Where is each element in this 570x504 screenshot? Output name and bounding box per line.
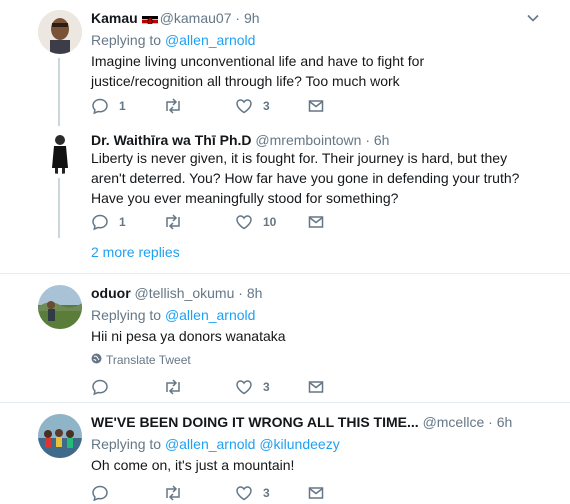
handle[interactable]: @kamau07 (160, 10, 232, 26)
like-count: 3 (263, 380, 270, 394)
separator-dot: · (365, 132, 370, 148)
message-button[interactable] (307, 212, 325, 232)
retweet-button[interactable] (163, 96, 193, 116)
reply-count: 1 (119, 215, 126, 229)
message-icon (307, 378, 325, 396)
reply-icon (91, 378, 109, 396)
like-count: 3 (263, 99, 270, 113)
handle[interactable]: @mrembointown (255, 132, 361, 148)
like-icon (235, 378, 253, 396)
reply-count: 1 (119, 99, 126, 113)
display-name[interactable]: Dr. Waithīra wa Thī Ph.D (91, 132, 252, 148)
mention-link[interactable]: @kilundeezy (259, 436, 339, 452)
tweet[interactable]: oduor @tellish_okumu · 8h Replying to @a… (0, 274, 570, 404)
avatar[interactable] (38, 10, 82, 54)
translate-tweet-link[interactable]: Translate Tweet (91, 353, 191, 367)
message-button[interactable] (307, 377, 325, 397)
like-icon (235, 97, 253, 115)
avatar[interactable] (38, 414, 82, 458)
mention-link[interactable]: @allen_arnold (165, 307, 256, 323)
reply-icon (91, 97, 109, 115)
retweet-button[interactable] (163, 483, 193, 503)
handle[interactable]: @tellish_okumu (135, 285, 235, 301)
tweet[interactable]: WE'VE BEEN DOING IT WRONG ALL THIS TIME.… (0, 403, 570, 504)
message-button[interactable] (307, 483, 325, 503)
replying-to-label: Replying to (91, 32, 162, 48)
chevron-down-icon[interactable] (526, 11, 540, 25)
display-name[interactable]: WE'VE BEEN DOING IT WRONG ALL THIS TIME.… (91, 414, 419, 430)
tweet-text: Liberty is never given, it is fought for… (91, 150, 520, 206)
reply-icon (91, 213, 109, 231)
handle[interactable]: @mcellce (423, 414, 485, 430)
retweet-icon (163, 97, 183, 115)
avatar[interactable] (38, 285, 82, 329)
tweet-text: Oh come on, it's just a mountain! (91, 457, 295, 473)
replying-to: Replying to @allen_arnold (91, 306, 255, 324)
like-count: 3 (263, 486, 270, 500)
globe-icon (91, 353, 102, 367)
tweet-actions: 1 10 (91, 212, 351, 232)
tweet-text: Imagine living unconventional life and h… (91, 53, 425, 89)
retweet-button[interactable] (163, 212, 193, 232)
like-icon (235, 484, 253, 502)
reply-button[interactable] (91, 377, 119, 397)
timestamp[interactable]: 9h (244, 10, 260, 26)
retweet-icon (163, 213, 183, 231)
timestamp[interactable]: 8h (247, 285, 263, 301)
reply-button[interactable]: 1 (91, 212, 126, 232)
display-name[interactable]: Kamau (91, 10, 138, 26)
tweet-actions: 3 (91, 483, 351, 503)
separator-dot: · (488, 414, 493, 430)
tweet[interactable]: Dr. Waithīra wa Thī Ph.D @mrembointown ·… (0, 125, 570, 240)
replying-to: Replying to @allen_arnold @kilundeezy (91, 435, 340, 453)
reply-button[interactable] (91, 483, 119, 503)
timestamp[interactable]: 6h (374, 132, 390, 148)
tweet-actions: 3 (91, 377, 351, 397)
display-name[interactable]: oduor (91, 285, 131, 301)
like-button[interactable]: 3 (235, 377, 270, 397)
message-icon (307, 97, 325, 115)
retweet-icon (163, 484, 183, 502)
tweet-actions: 1 3 (91, 96, 351, 116)
tweet-header: Dr. Waithīra wa Thī Ph.D @mrembointown ·… (91, 131, 389, 149)
timestamp[interactable]: 6h (497, 414, 513, 430)
like-button[interactable]: 10 (235, 212, 276, 232)
retweet-button[interactable] (163, 377, 193, 397)
replying-to: Replying to @allen_arnold (91, 31, 255, 49)
message-button[interactable] (307, 96, 325, 116)
tweet-header: WE'VE BEEN DOING IT WRONG ALL THIS TIME.… (91, 413, 512, 431)
replying-to-label: Replying to (91, 436, 162, 452)
mention-link[interactable]: @allen_arnold (165, 436, 256, 452)
separator-dot: · (235, 10, 241, 26)
like-icon (235, 213, 253, 231)
mention-link[interactable]: @allen_arnold (165, 32, 256, 48)
tweet-header: oduor @tellish_okumu · 8h (91, 284, 262, 302)
message-icon (307, 213, 325, 231)
reply-icon (91, 484, 109, 502)
avatar[interactable] (38, 130, 82, 174)
like-button[interactable]: 3 (235, 96, 270, 116)
reply-button[interactable]: 1 (91, 96, 126, 116)
like-count: 10 (263, 215, 277, 229)
translate-label: Translate Tweet (106, 353, 191, 367)
replying-to-label: Replying to (91, 307, 162, 323)
tweet-text: Hii ni pesa ya donors wanataka (91, 328, 286, 344)
more-replies-link[interactable]: 2 more replies (91, 244, 180, 260)
message-icon (307, 484, 325, 502)
separator-dot: · (238, 285, 243, 301)
retweet-icon (163, 378, 183, 396)
like-button[interactable]: 3 (235, 483, 270, 503)
kenya-flag-icon (141, 13, 158, 24)
tweet-header: Kamau @kamau07 · 9h (91, 9, 260, 27)
tweet[interactable]: Kamau @kamau07 · 9h Replying to @allen_ar… (0, 0, 570, 130)
